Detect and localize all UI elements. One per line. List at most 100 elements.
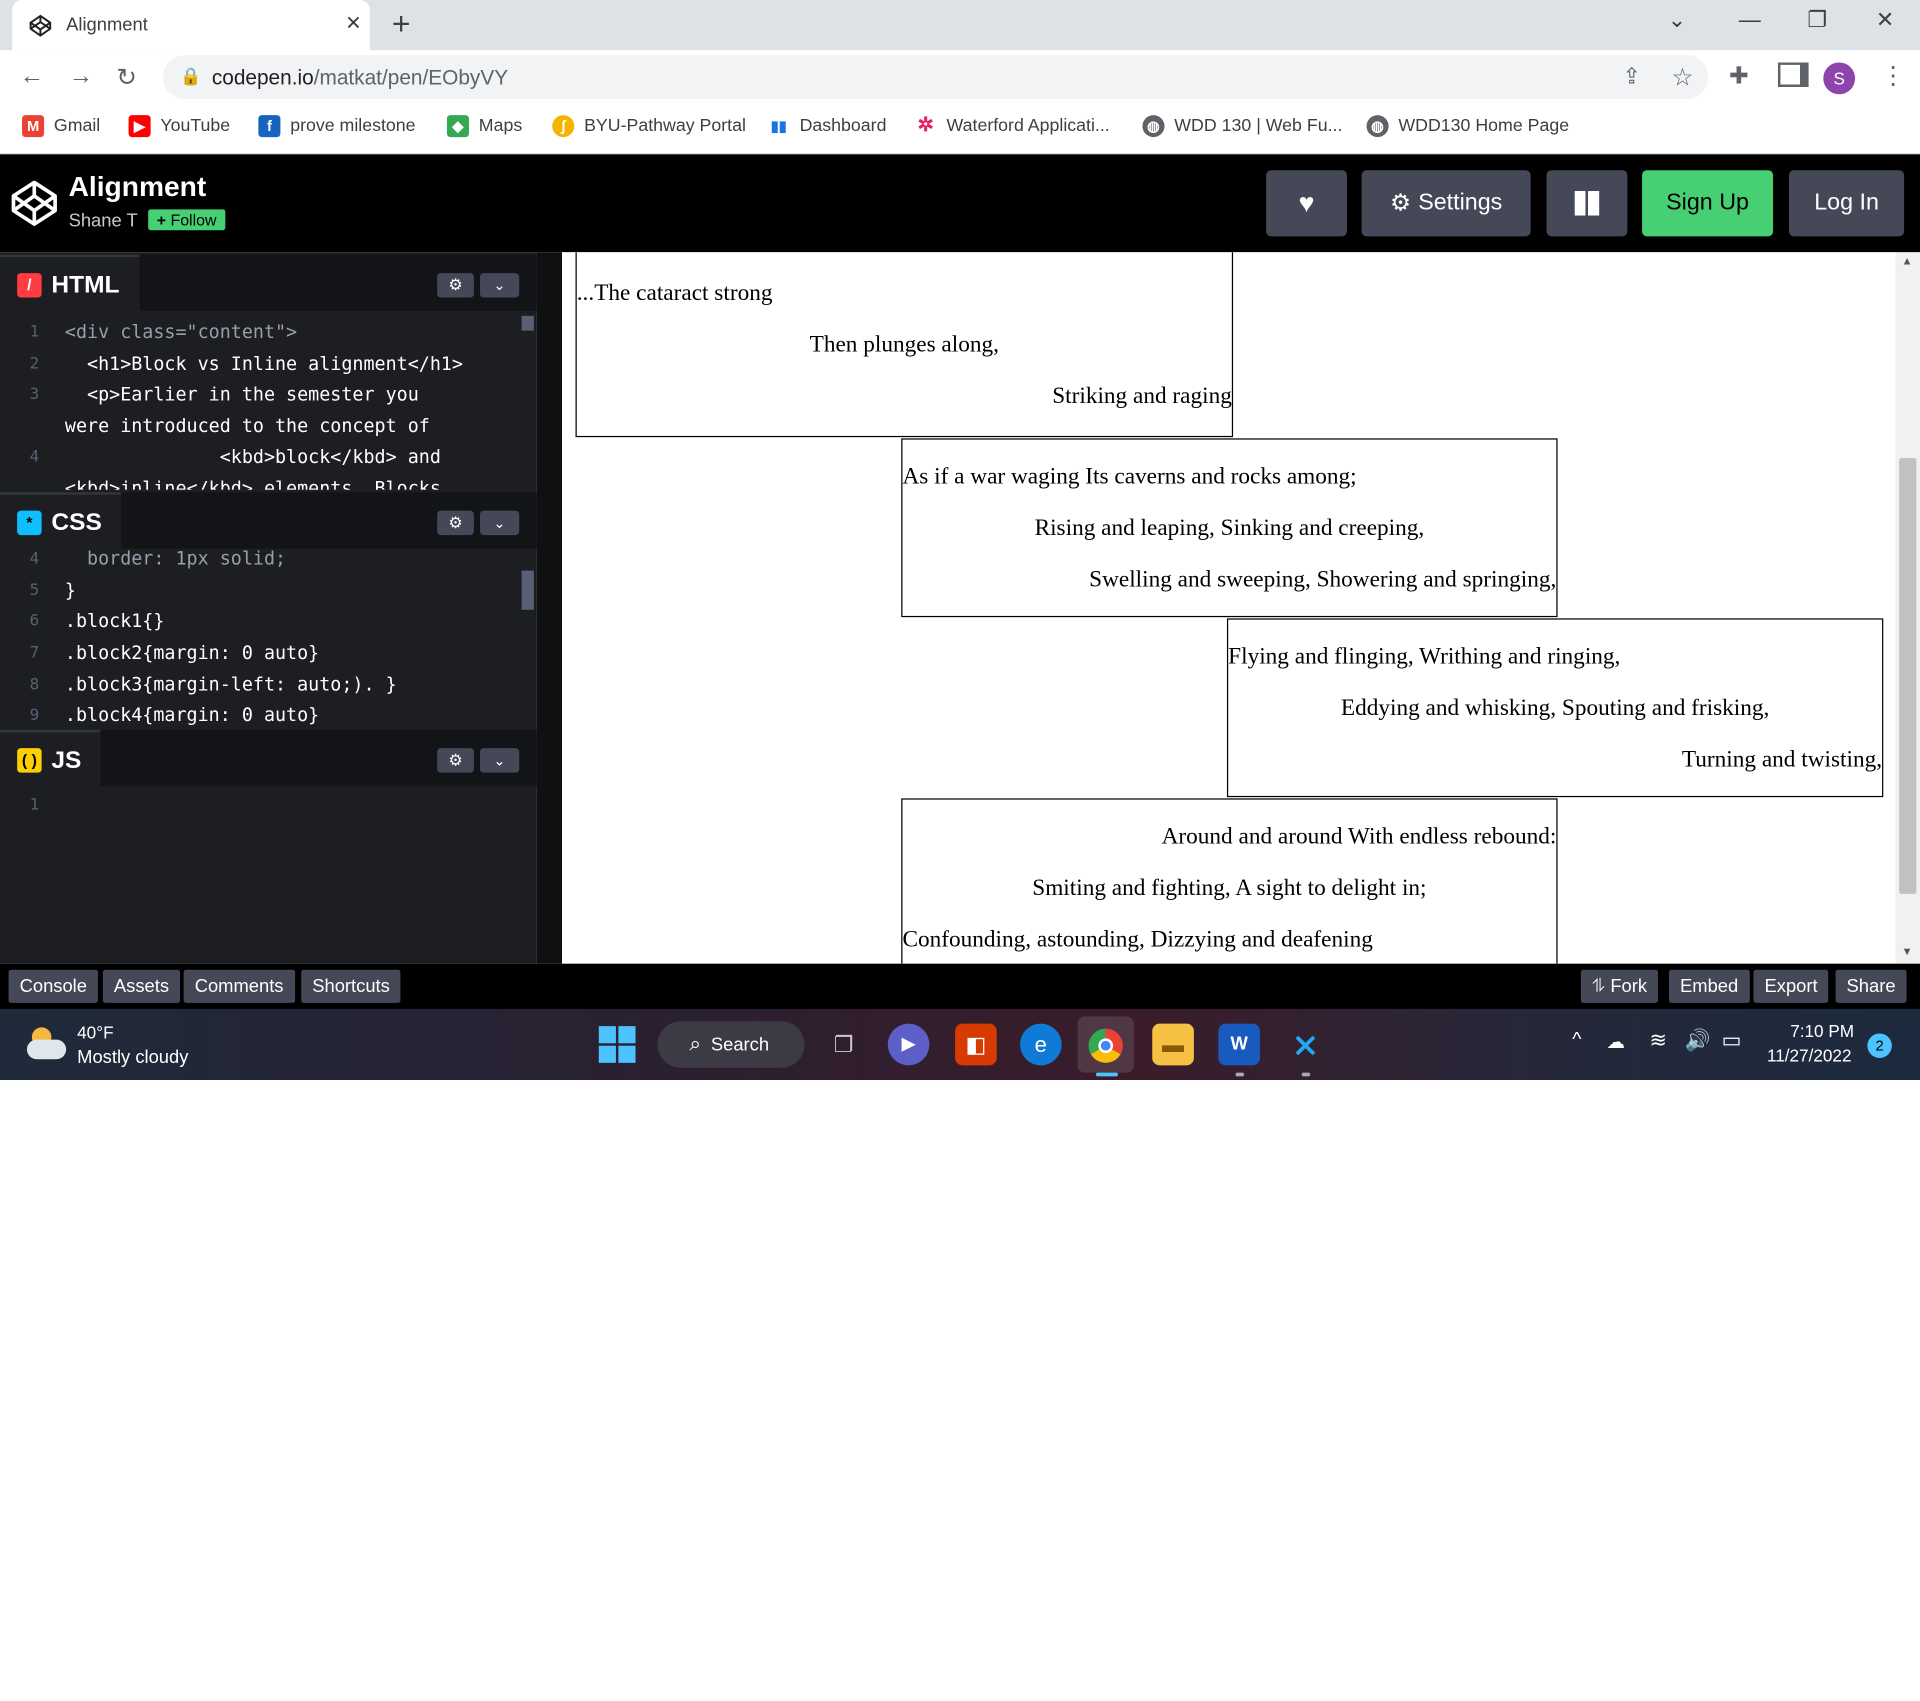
follow-button[interactable]: + Follow <box>148 209 226 231</box>
chevron-down-icon: ⌄ <box>493 751 506 769</box>
share-button[interactable]: Share <box>1835 969 1907 1003</box>
poem-block-4: Around and around With endless rebound: … <box>901 798 1558 964</box>
bookmark-star-icon[interactable]: ☆ <box>1671 62 1693 93</box>
html-code[interactable]: 1 2 3 4 <div class="content"> <h1>Block … <box>0 315 536 490</box>
bookmark-waterford[interactable]: ✲ Waterford Applicati... <box>915 115 1110 137</box>
onedrive-warning-icon[interactable]: ☁ <box>1607 1031 1625 1053</box>
js-collapse-button[interactable]: ⌄ <box>480 748 520 773</box>
bookmark-wdd130-web[interactable]: ◍ WDD 130 | Web Fu... <box>1142 115 1342 138</box>
code-line: } <box>64 579 76 602</box>
bookmark-gmail[interactable]: M Gmail <box>22 115 100 138</box>
weather-cloud-icon[interactable] <box>26 1025 67 1062</box>
file-explorer-icon[interactable]: ▬ <box>1152 1023 1194 1066</box>
css-scrollbar[interactable] <box>521 570 534 610</box>
minimize-icon[interactable]: — <box>1739 7 1761 33</box>
love-button[interactable]: ♥ <box>1266 170 1347 237</box>
html-editor-header: / HTML ⚙ ⌄ <box>0 254 537 314</box>
code-line: .block4{margin: 0 auto} <box>64 704 320 727</box>
tab-search-icon[interactable]: ⌄ <box>1668 7 1686 33</box>
weather-temp[interactable]: 40°F <box>77 1022 113 1042</box>
poem-line: Turning and twisting, <box>1681 746 1883 773</box>
vscode-icon[interactable]: ⨯ <box>1285 1024 1327 1066</box>
resizer-gutter[interactable] <box>536 252 563 964</box>
codepen-footer: Console Assets Comments Shortcuts ⥮ Fork… <box>0 963 1920 1009</box>
html-scrollbar[interactable] <box>521 315 534 331</box>
task-view-icon[interactable]: ❐ <box>823 1024 865 1066</box>
reload-icon[interactable]: ↻ <box>116 62 137 93</box>
preview-scrollbar[interactable]: ▲ ▼ <box>1895 252 1920 964</box>
windows-start-icon[interactable] <box>598 1026 636 1063</box>
menu-kebab-icon[interactable]: ⋮ <box>1881 60 1905 91</box>
clock-time[interactable]: 7:10 PM <box>1790 1021 1854 1041</box>
wifi-icon[interactable]: ≋ <box>1649 1029 1666 1053</box>
assets-button[interactable]: Assets <box>102 969 181 1003</box>
edge-icon[interactable]: e <box>1020 1023 1062 1066</box>
bookmark-prove-milestone[interactable]: f prove milestone <box>258 115 416 138</box>
poem-line: Around and around With endless rebound: <box>1161 824 1557 850</box>
word-icon[interactable]: W <box>1218 1023 1261 1066</box>
waterford-icon: ✲ <box>917 115 934 136</box>
code-line: .block3{margin-left: auto;). } <box>64 673 397 696</box>
html-settings-button[interactable]: ⚙ <box>437 273 474 298</box>
clock-date[interactable]: 11/27/2022 <box>1767 1046 1852 1066</box>
chevron-up-icon[interactable]: ^ <box>1572 1030 1581 1052</box>
js-code[interactable]: 1 <box>0 786 536 964</box>
browser-toolbar: ← → ↻ 🔒 codepen.io/matkat/pen/EObyVY ⇪ ☆… <box>0 50 1920 105</box>
signup-button[interactable]: Sign Up <box>1642 170 1774 237</box>
close-window-icon[interactable]: ✕ <box>1876 7 1894 33</box>
browser-tab[interactable]: Alignment ✕ <box>12 0 370 51</box>
share-icon[interactable]: ⇪ <box>1622 64 1640 90</box>
bookmark-dashboard[interactable]: ▮▮ Dashboard <box>768 115 887 137</box>
change-view-button[interactable] <box>1546 170 1628 237</box>
taskbar-search[interactable]: ⌕ Search <box>657 1021 805 1068</box>
fork-button[interactable]: ⥮ Fork <box>1580 969 1659 1003</box>
login-button[interactable]: Log In <box>1788 170 1905 237</box>
restore-icon[interactable]: ❐ <box>1807 7 1827 33</box>
back-icon[interactable]: ← <box>20 62 44 90</box>
js-settings-button[interactable]: ⚙ <box>437 748 474 773</box>
notification-badge[interactable]: 2 <box>1867 1033 1892 1058</box>
close-tab-icon[interactable]: ✕ <box>345 11 361 35</box>
address-bar[interactable]: 🔒 codepen.io/matkat/pen/EObyVY ⇪ ☆ <box>162 55 1709 100</box>
weather-desc[interactable]: Mostly cloudy <box>77 1047 188 1068</box>
code-line: <h1>Block vs Inline alignment</h1> <box>64 352 463 375</box>
battery-icon[interactable]: ▭ <box>1722 1029 1742 1053</box>
side-panel-icon[interactable] <box>1777 62 1809 87</box>
windows-taskbar: 40°F Mostly cloudy ⌕ Search ❐ ▶ ◧ e ▬ W ⨯… <box>0 1008 1920 1081</box>
comments-button[interactable]: Comments <box>183 969 295 1003</box>
new-tab-icon[interactable]: + <box>392 5 411 43</box>
bookmark-youtube[interactable]: ▶ YouTube <box>128 115 230 138</box>
export-button[interactable]: Export <box>1753 969 1829 1003</box>
settings-button[interactable]: ⚙ Settings <box>1361 170 1531 237</box>
console-button[interactable]: Console <box>8 969 99 1003</box>
codepen-logo-icon[interactable] <box>10 179 59 228</box>
embed-button[interactable]: Embed <box>1668 969 1750 1003</box>
volume-icon[interactable]: 🔊 <box>1685 1029 1711 1053</box>
office-icon[interactable]: ◧ <box>955 1023 997 1066</box>
teams-chat-icon[interactable]: ▶ <box>887 1023 930 1066</box>
scroll-down-icon[interactable]: ▼ <box>1902 945 1913 957</box>
profile-avatar[interactable]: S <box>1823 62 1856 95</box>
poem-line: Rising and leaping, Sinking and creeping… <box>1034 515 1425 542</box>
pen-author[interactable]: Shane T <box>69 211 138 232</box>
css-editor-tab[interactable]: * CSS <box>0 492 122 552</box>
bookmark-wdd130-home[interactable]: ◍ WDD130 Home Page <box>1366 115 1569 138</box>
html-editor-tab[interactable]: / HTML <box>0 254 140 314</box>
bookmark-maps[interactable]: ◆ Maps <box>446 115 522 138</box>
shortcuts-button[interactable]: Shortcuts <box>301 969 401 1003</box>
css-settings-button[interactable]: ⚙ <box>437 510 474 536</box>
bookmark-byu-pathway[interactable]: ʃ BYU-Pathway Portal <box>552 115 746 138</box>
extensions-icon[interactable]: ✚ <box>1729 62 1748 90</box>
preview-scroll-thumb[interactable] <box>1899 457 1917 894</box>
html-collapse-button[interactable]: ⌄ <box>480 273 520 298</box>
scroll-up-icon[interactable]: ▲ <box>1902 255 1913 267</box>
js-editor-tab[interactable]: ( ) JS <box>0 729 101 789</box>
css-collapse-button[interactable]: ⌄ <box>480 510 520 536</box>
forward-icon[interactable]: → <box>69 62 93 90</box>
poem-block-2: As if a war waging Its caverns and rocks… <box>901 438 1558 618</box>
codepen-favicon-icon <box>29 14 52 37</box>
css-code[interactable]: 4 5 6 7 8 9 border: 1px solid; } .block1… <box>0 546 536 727</box>
chrome-icon[interactable] <box>1077 1016 1134 1073</box>
preview-frame[interactable]: ...The cataract strong Then plunges alon… <box>562 252 1896 964</box>
layout-icon <box>1574 191 1600 216</box>
